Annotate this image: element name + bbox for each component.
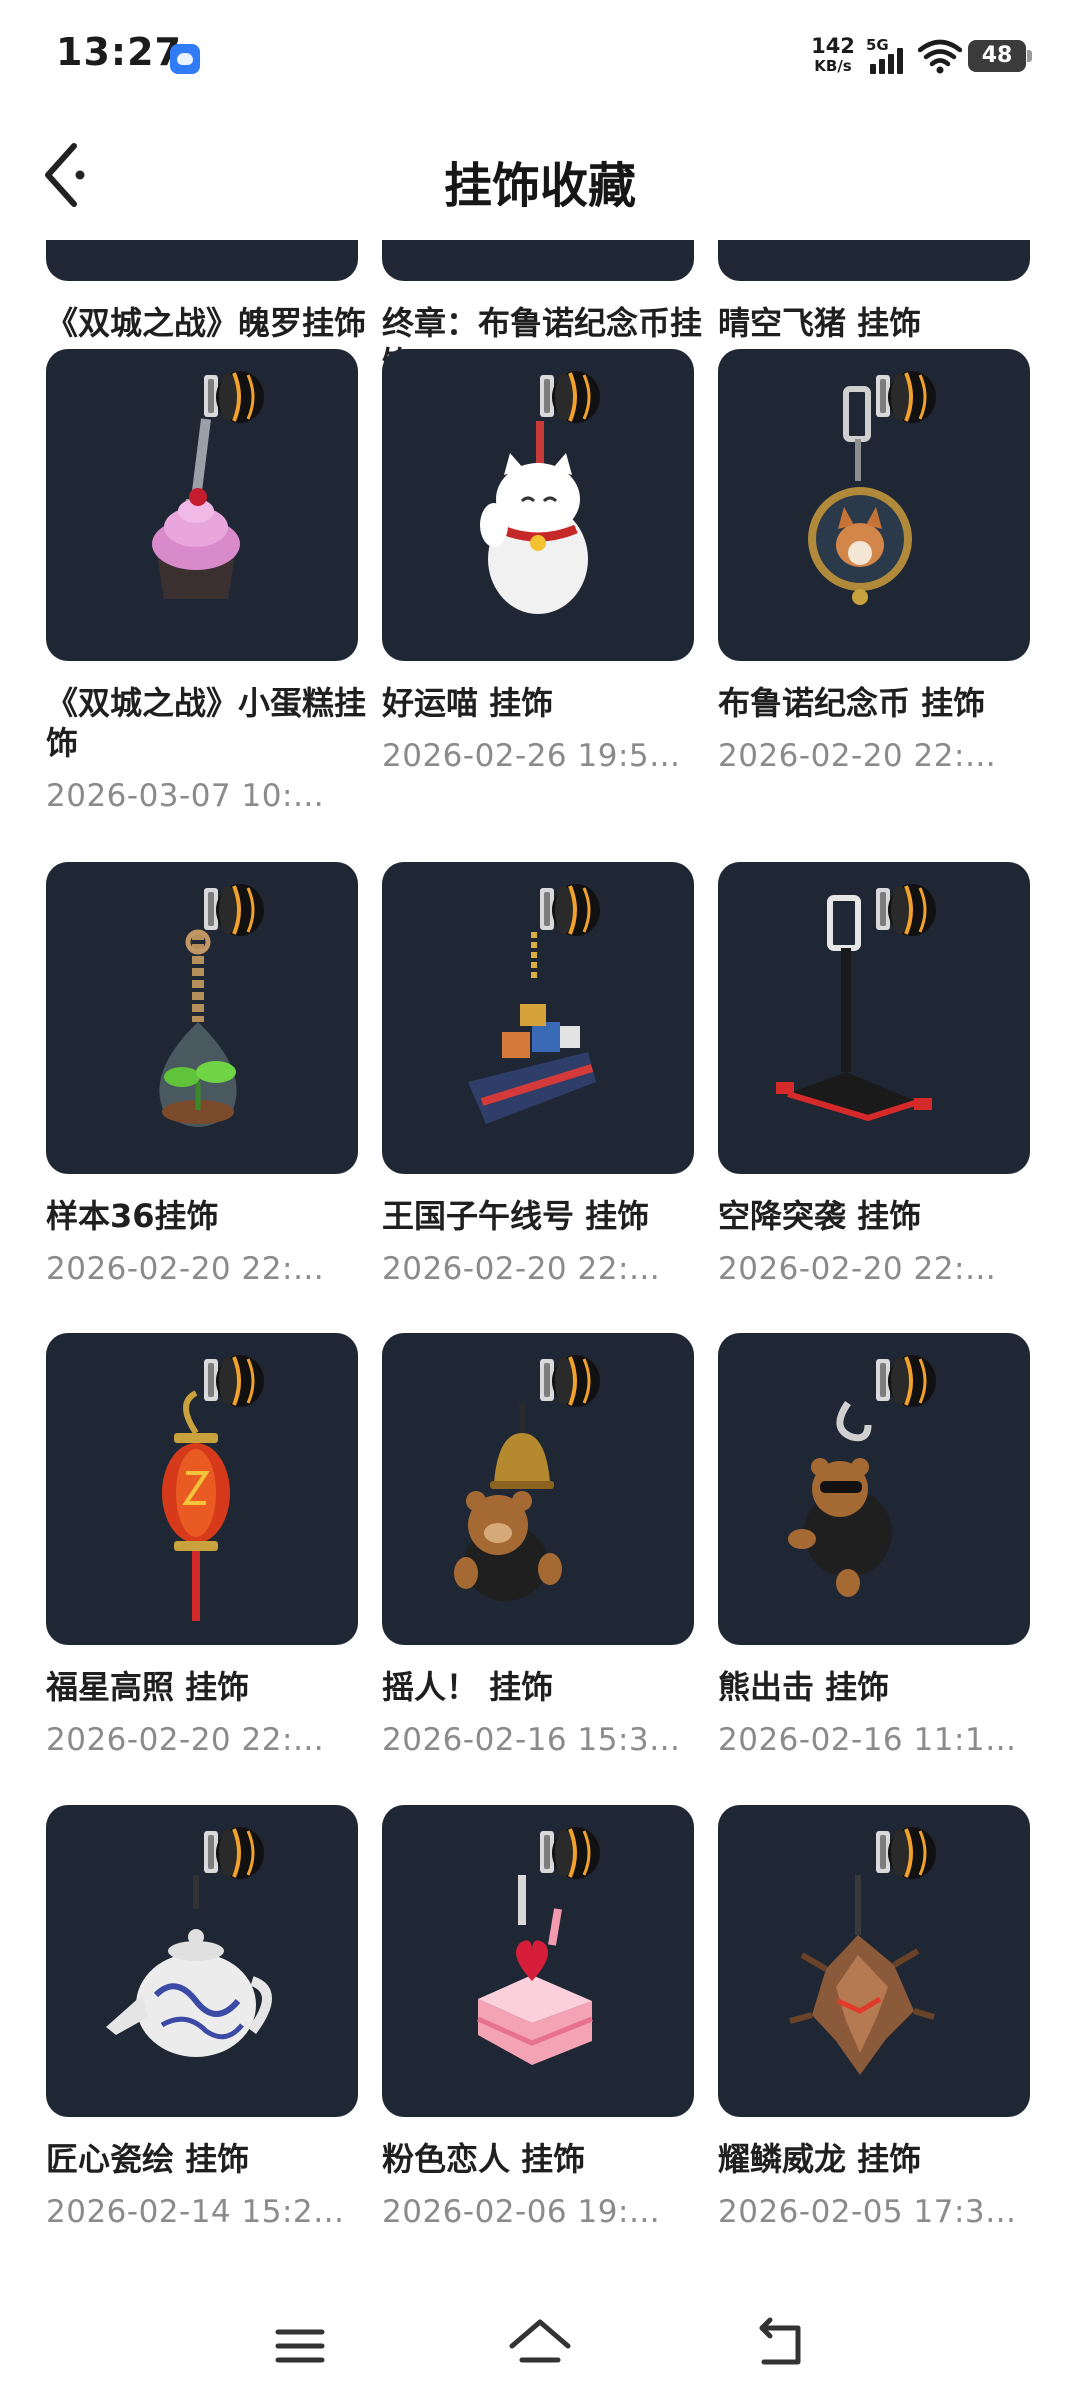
- charm-thumbnail[interactable]: [718, 349, 1030, 661]
- status-time: 13:27: [56, 30, 182, 74]
- battery-tip: [1027, 50, 1032, 62]
- charm-date: 2026-03-07 10:…: [46, 778, 325, 814]
- charm-thumbnail[interactable]: [382, 349, 694, 661]
- charm-name: 《双城之战》魄罗挂饰: [46, 304, 367, 342]
- charm-name: 耀鳞威龙 挂饰: [718, 2140, 922, 2178]
- charm-date: 2026-02-20 22:…: [718, 1251, 997, 1287]
- charm-name: 晴空飞猪 挂饰: [718, 304, 922, 342]
- charm-thumbnail[interactable]: [382, 862, 694, 1174]
- charm-name: 粉色恋人 挂饰: [382, 2140, 586, 2178]
- cupcake-charm-icon: [152, 371, 264, 599]
- network-speed-unit: KB/s: [814, 57, 852, 75]
- charm-thumbnail[interactable]: [382, 1805, 694, 2117]
- airdrop-stand-charm-icon: [776, 884, 936, 1122]
- red-lantern-charm-icon: [162, 1355, 264, 1621]
- charm-card[interactable]: 好运喵 挂饰 2026-02-26 19:5…: [382, 349, 694, 775]
- charm-card[interactable]: 耀鳞威龙 挂饰 2026-02-05 17:3…: [718, 1805, 1030, 2231]
- charm-date: 2026-02-20 22:…: [718, 738, 997, 774]
- charm-name: 布鲁诺纪念币 挂饰: [718, 684, 986, 722]
- porcelain-teapot-charm-icon: [106, 1827, 272, 2057]
- charm-date: 2026-02-06 19:…: [382, 2194, 661, 2230]
- charm-date: 2026-02-20 22:…: [382, 1251, 661, 1287]
- charm-card[interactable]: 样本36挂饰 2026-02-20 22:…: [46, 862, 358, 1288]
- back-arrow-icon[interactable]: [740, 2310, 820, 2380]
- bear-hook-charm-icon: [788, 1355, 936, 1597]
- charm-thumbnail[interactable]: [382, 1333, 694, 1645]
- charm-name: 摇人！ 挂饰: [382, 1668, 554, 1706]
- charm-thumbnail[interactable]: [718, 1805, 1030, 2117]
- screen: 13:27 142 KB/s 5G 48 挂饰收藏 《双城之战》魄罗挂饰 终章：…: [0, 0, 1080, 2400]
- charm-card[interactable]: 熊出击 挂饰 2026-02-16 11:1…: [718, 1333, 1030, 1759]
- charm-card[interactable]: 福星高照 挂饰 2026-02-20 22:…: [46, 1333, 358, 1759]
- page-title: 挂饰收藏: [443, 158, 636, 214]
- charm-name: 《双城之战》小蛋糕挂饰: [46, 684, 367, 762]
- bell-bear-charm-icon: [454, 1355, 600, 1601]
- charm-date: 2026-02-16 15:3…: [382, 1722, 681, 1758]
- charm-name: 熊出击 挂饰: [718, 1668, 890, 1706]
- charm-card[interactable]: 空降突袭 挂饰 2026-02-20 22:…: [718, 862, 1030, 1288]
- charm-name: 王国子午线号 挂饰: [382, 1197, 650, 1235]
- battery-icon: 48: [968, 40, 1026, 72]
- wifi-icon: [918, 39, 962, 74]
- menu-icon[interactable]: [260, 2310, 340, 2380]
- charm-date: 2026-02-05 17:3…: [718, 2194, 1017, 2230]
- network-speed: 142 KB/s: [806, 36, 860, 76]
- lucky-cat-charm-icon: [480, 371, 600, 614]
- charm-thumbnail[interactable]: [718, 240, 1030, 281]
- charm-date: 2026-02-14 15:2…: [46, 2194, 345, 2230]
- charm-thumbnail[interactable]: [46, 862, 358, 1174]
- charm-card[interactable]: 《双城之战》小蛋糕挂饰 2026-03-07 10:…: [46, 349, 366, 815]
- heart-cake-charm-icon: [476, 1827, 600, 2065]
- charm-card[interactable]: 匠心瓷绘 挂饰 2026-02-14 15:2…: [46, 1805, 358, 2231]
- charm-name: 空降突袭 挂饰: [718, 1197, 922, 1235]
- charm-date: 2026-02-20 22:…: [46, 1251, 325, 1287]
- flying-pig-charm-icon: [718, 240, 1030, 281]
- bruno-coin-charm-icon: [382, 240, 694, 281]
- charm-thumbnail[interactable]: [46, 1333, 358, 1645]
- charm-card[interactable]: 摇人！ 挂饰 2026-02-16 15:3…: [382, 1333, 694, 1759]
- charm-thumbnail[interactable]: [718, 862, 1030, 1174]
- charm-thumbnail[interactable]: [46, 240, 358, 281]
- system-nav-bar: [0, 2290, 1080, 2400]
- charm-name: 好运喵 挂饰: [382, 684, 554, 722]
- charm-date: 2026-02-16 11:1…: [718, 1722, 1017, 1758]
- charm-name: 样本36挂饰: [46, 1197, 219, 1235]
- charm-thumbnail[interactable]: [718, 1333, 1030, 1645]
- charm-thumbnail[interactable]: [46, 1805, 358, 2117]
- charm-date: 2026-02-20 22:…: [46, 1722, 325, 1758]
- charm-date: 2026-02-26 19:5…: [382, 738, 681, 774]
- poro-charm-icon: [46, 240, 358, 281]
- charm-thumbnail[interactable]: [46, 349, 358, 661]
- charm-name: 福星高照 挂饰: [46, 1668, 250, 1706]
- charm-collection-list[interactable]: 《双城之战》魄罗挂饰2026-03-22 15:3… 终章：布鲁诺纪念币挂饰20…: [0, 240, 1080, 2290]
- cellular-signal-icon: 5G: [866, 36, 910, 76]
- dragon-scale-charm-icon: [789, 1827, 936, 2075]
- network-speed-value: 142: [811, 34, 855, 58]
- status-bar: 13:27 142 KB/s 5G 48: [0, 0, 1080, 110]
- app-notification-icon: [170, 44, 200, 74]
- dog-medallion-charm-icon: [808, 371, 936, 605]
- ship-charm-icon: [468, 884, 600, 1124]
- header: 挂饰收藏: [0, 110, 1080, 240]
- home-icon[interactable]: [500, 2310, 580, 2380]
- sprout-terrarium-charm-icon: [159, 884, 264, 1127]
- charm-name: 匠心瓷绘 挂饰: [46, 2140, 250, 2178]
- charm-card[interactable]: 布鲁诺纪念币 挂饰 2026-02-20 22:…: [718, 349, 1030, 775]
- charm-thumbnail[interactable]: [382, 240, 694, 281]
- network-type-label: 5G: [866, 36, 889, 54]
- charm-card[interactable]: 王国子午线号 挂饰 2026-02-20 22:…: [382, 862, 694, 1288]
- charm-card[interactable]: 粉色恋人 挂饰 2026-02-06 19:…: [382, 1805, 694, 2231]
